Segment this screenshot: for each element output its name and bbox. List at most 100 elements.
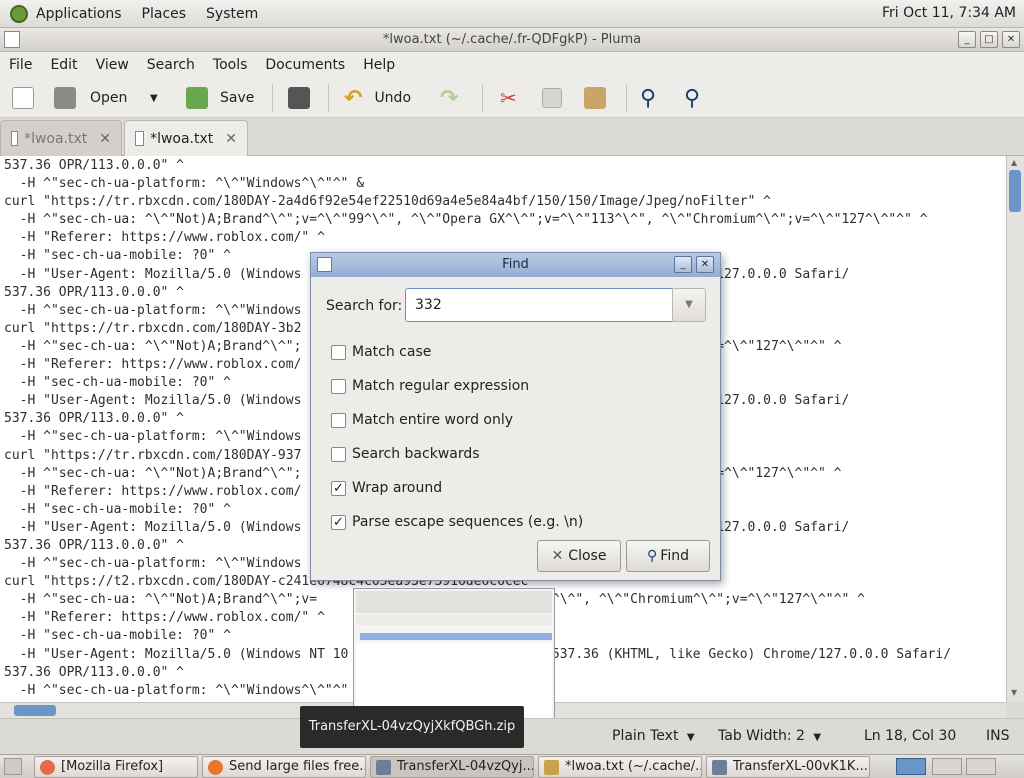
match-whole-word-checkbox[interactable]: [331, 412, 346, 428]
match-regex-option[interactable]: Match regular expression: [331, 376, 529, 396]
match-case-checkbox[interactable]: [331, 344, 346, 360]
taskbar-item-transferxl-1[interactable]: TransferXL-04vzQyj...: [370, 756, 534, 778]
close-tab-icon[interactable]: ✕: [99, 131, 111, 147]
close-icon: ✕: [551, 548, 564, 564]
horizontal-scroll-thumb[interactable]: [14, 705, 56, 716]
editor-line[interactable]: -H "Referer: https://www.roblox.com/" ^: [0, 229, 1006, 247]
printer-icon: [288, 87, 310, 109]
wrap-around-checkbox[interactable]: ✓: [331, 480, 346, 496]
parse-escape-label: Parse escape sequences (e.g. \n): [352, 514, 584, 530]
preview-selected-row: [360, 633, 552, 640]
match-whole-word-label: Match entire word only: [352, 412, 514, 428]
menu-help[interactable]: Help: [354, 57, 404, 73]
match-regex-label: Match regular expression: [352, 378, 530, 394]
menu-file[interactable]: File: [0, 57, 41, 73]
copy-icon: [542, 88, 562, 108]
chevron-down-icon: ▼: [686, 732, 695, 743]
language-selector[interactable]: Plain Text ▼: [612, 728, 695, 744]
redo-button[interactable]: ↷: [440, 84, 458, 112]
window-titlebar[interactable]: *lwoa.txt (~/.cache/.fr-QDFgkP) - Pluma: [0, 28, 1024, 52]
editor-line[interactable]: curl "https://tr.rbxcdn.com/180DAY-2a4d6…: [0, 193, 1006, 211]
toolbar-separator: [328, 84, 329, 112]
find-dialog-close-x-button[interactable]: ✕: [696, 256, 714, 273]
menubar: File Edit View Search Tools Documents He…: [0, 52, 1024, 78]
toolbar-separator: [272, 84, 273, 112]
print-button[interactable]: [288, 84, 310, 112]
insert-mode: INS: [986, 728, 1010, 744]
text-editor-icon: [544, 760, 559, 775]
menu-tools[interactable]: Tools: [204, 57, 257, 73]
wrap-around-option[interactable]: ✓ Wrap around: [331, 478, 442, 498]
tab-width-selector[interactable]: Tab Width: 2 ▼: [718, 728, 821, 744]
close-window-button[interactable]: ✕: [1002, 31, 1020, 48]
find-replace-button[interactable]: ⚲: [684, 84, 700, 112]
search-backwards-option[interactable]: Search backwards: [331, 444, 480, 464]
parse-escape-option[interactable]: ✓ Parse escape sequences (e.g. \n): [331, 512, 583, 532]
places-menu[interactable]: Places: [142, 6, 187, 22]
language-label: Plain Text: [612, 728, 679, 744]
vertical-scrollbar[interactable]: ▲ ▼: [1006, 156, 1024, 702]
open-button[interactable]: Open: [54, 84, 127, 112]
undo-button[interactable]: ↶ Undo: [344, 84, 411, 112]
search-backwards-checkbox[interactable]: [331, 446, 346, 462]
menu-edit[interactable]: Edit: [41, 57, 86, 73]
clock[interactable]: Fri Oct 11, 7:34 AM: [882, 5, 1016, 21]
window-title: *lwoa.txt (~/.cache/.fr-QDFgkP) - Pluma: [382, 32, 642, 47]
taskbar: [Mozilla Firefox] Send large files free.…: [0, 754, 1024, 778]
open-recent-dropdown[interactable]: ▼: [150, 84, 158, 112]
workspace-2-icon[interactable]: [932, 758, 962, 775]
editor-line[interactable]: -H ^"sec-ch-ua-platform: ^\^"Windows^\^"…: [0, 175, 1006, 193]
editor-line[interactable]: 537.36 OPR/113.0.0.0" ^: [0, 157, 1006, 175]
close-button[interactable]: ✕ Close: [537, 540, 621, 572]
search-input[interactable]: 332: [405, 288, 673, 322]
match-regex-checkbox[interactable]: [331, 378, 346, 394]
scroll-up-arrow-icon[interactable]: ▲: [1011, 158, 1017, 167]
text-file-icon: [11, 131, 19, 146]
minimize-button[interactable]: _: [958, 31, 976, 48]
save-button[interactable]: Save: [186, 84, 254, 112]
mate-logo-icon[interactable]: [10, 4, 28, 23]
taskbar-item-pluma[interactable]: *lwoa.txt (~/.cache/....: [538, 756, 702, 778]
document-tabs: *lwoa.txt ✕ *lwoa.txt ✕: [0, 118, 1024, 156]
new-document-button[interactable]: [12, 84, 34, 112]
tab-lwoa-1[interactable]: *lwoa.txt ✕: [0, 120, 122, 156]
vertical-scroll-thumb[interactable]: [1009, 170, 1021, 212]
find-dialog-minimize-button[interactable]: _: [674, 256, 692, 273]
close-tab-icon[interactable]: ✕: [225, 131, 237, 147]
find-dialog-titlebar[interactable]: Find: [311, 253, 720, 277]
copy-button[interactable]: [542, 84, 562, 112]
tab-lwoa-2[interactable]: *lwoa.txt ✕: [124, 120, 248, 156]
menu-documents[interactable]: Documents: [256, 57, 354, 73]
firefox-icon: [208, 760, 223, 775]
match-whole-word-option[interactable]: Match entire word only: [331, 410, 513, 430]
workspace-3-icon[interactable]: [966, 758, 996, 775]
cut-button[interactable]: ✂: [500, 84, 517, 112]
system-menu[interactable]: System: [206, 6, 258, 22]
paste-button[interactable]: [584, 84, 606, 112]
taskbar-item-label: Send large files free...: [229, 759, 366, 774]
find-submit-button[interactable]: ⚲ Find: [626, 540, 710, 572]
taskbar-item-transferxl-2[interactable]: TransferXL-00vK1K...: [706, 756, 870, 778]
applications-menu[interactable]: Applications: [36, 6, 122, 22]
menu-search[interactable]: Search: [138, 57, 204, 73]
text-file-icon: [135, 131, 145, 146]
tab-width-label: Tab Width: 2: [718, 728, 805, 744]
paste-icon: [584, 87, 606, 109]
window-app-icon[interactable]: [4, 31, 20, 48]
scroll-down-arrow-icon[interactable]: ▼: [1011, 688, 1017, 697]
taskbar-item-firefox[interactable]: [Mozilla Firefox]: [34, 756, 198, 778]
maximize-button[interactable]: □: [980, 31, 998, 48]
find-label: Find: [660, 548, 689, 564]
match-case-option[interactable]: Match case: [331, 342, 431, 362]
show-desktop-icon[interactable]: [4, 758, 22, 775]
parse-escape-checkbox[interactable]: ✓: [331, 514, 346, 530]
search-history-dropdown[interactable]: ▼: [672, 288, 706, 322]
taskbar-item-send-files[interactable]: Send large files free...: [202, 756, 366, 778]
find-button[interactable]: ⚲: [640, 84, 656, 112]
search-replace-icon: ⚲: [684, 85, 701, 111]
editor-line[interactable]: -H ^"sec-ch-ua: ^\^"Not)A;Brand^\^";v=^\…: [0, 211, 1006, 229]
menu-view[interactable]: View: [87, 57, 138, 73]
search-for-label: Search for:: [326, 298, 403, 314]
workspace-switcher-icon[interactable]: [896, 758, 926, 775]
toolbar-separator: [626, 84, 627, 112]
